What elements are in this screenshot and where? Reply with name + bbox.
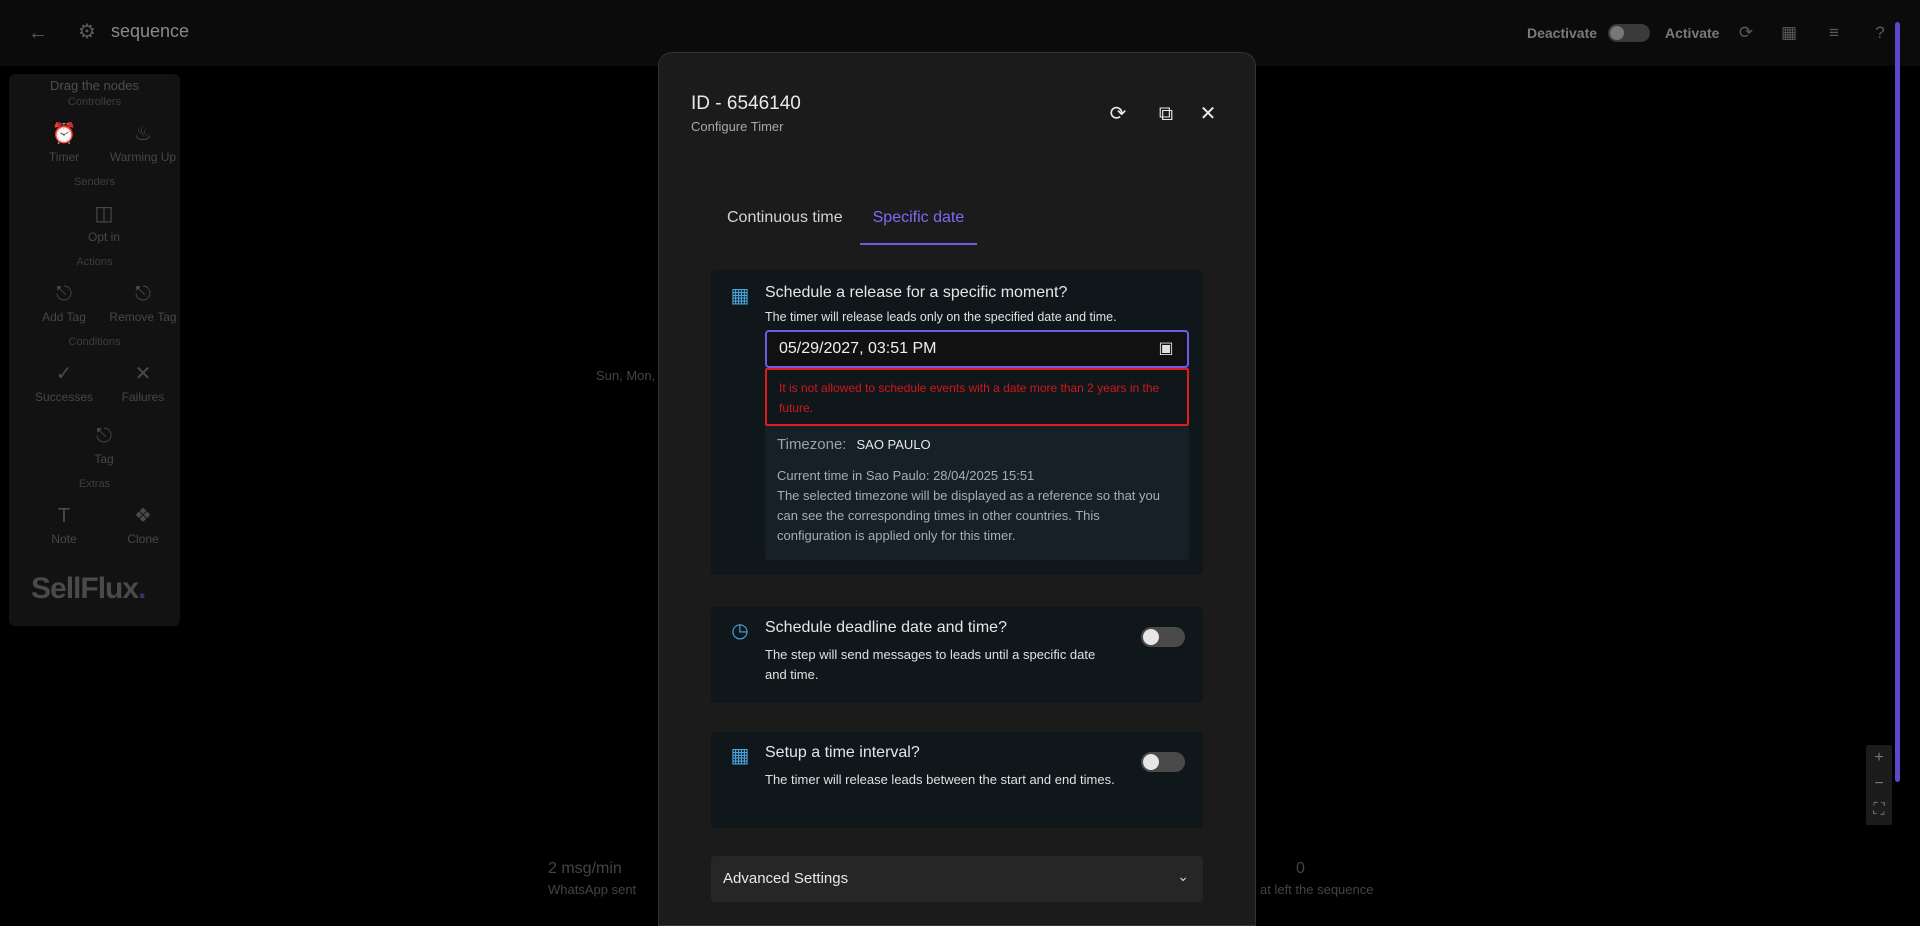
stat-left-value: 0	[1296, 860, 1305, 877]
node-remove-tag-label: Remove Tag	[109, 310, 177, 324]
canvas-days-text: Sun, Mon,	[596, 368, 656, 383]
interval-card: ▦ Setup a time interval? The timer will …	[711, 732, 1203, 828]
scrollbar[interactable]	[1895, 22, 1900, 782]
interval-description: The timer will release leads between the…	[765, 772, 1115, 787]
search-list-icon[interactable]: ≡	[1824, 23, 1844, 43]
fit-view-icon[interactable]: ⛶	[1866, 797, 1892, 823]
calendar-icon: ▦	[730, 285, 750, 307]
datetime-input[interactable]: 05/29/2027, 03:51 PM ▣	[765, 330, 1189, 368]
node-opt-in-label: Opt in	[87, 230, 120, 244]
node-id: ID - 6546140	[691, 93, 801, 114]
reset-icon[interactable]: ⟳	[1105, 101, 1131, 127]
gear-icon[interactable]: ⚙	[78, 22, 98, 42]
section-actions: Actions	[76, 256, 113, 268]
node-timer-label: Timer	[48, 150, 80, 164]
zoom-controls: + − ⛶	[1866, 745, 1892, 825]
sellflux-logo: SellFlux.	[31, 572, 146, 606]
deadline-toggle[interactable]	[1141, 627, 1185, 647]
node-clone-label: Clone	[127, 532, 159, 546]
note-icon: T	[57, 505, 71, 527]
date-error-message: It is not allowed to schedule events wit…	[765, 368, 1189, 426]
stat-left-label: at left the sequence	[1260, 882, 1374, 897]
section-senders: Senders	[74, 176, 115, 188]
node-timer[interactable]: ⏰ Timer	[24, 122, 104, 164]
section-conditions: Conditions	[68, 336, 121, 348]
interval-toggle[interactable]	[1141, 752, 1185, 772]
current-time-text: Current time in Sao Paulo: 28/04/2025 15…	[777, 468, 1035, 483]
remove-tag-icon: ⎋	[135, 283, 151, 305]
stat-whatsapp-value: 2 msg/min	[548, 860, 622, 877]
advanced-settings-label: Advanced Settings	[723, 870, 849, 887]
help-icon[interactable]: ?	[1870, 23, 1890, 43]
zoom-in-icon[interactable]: +	[1866, 745, 1892, 771]
node-note[interactable]: T Note	[24, 504, 104, 546]
specific-moment-description: The timer will release leads only on the…	[765, 310, 1117, 324]
zoom-out-icon[interactable]: −	[1866, 771, 1892, 797]
alarm-clock-icon: ⏰	[51, 123, 77, 145]
node-remove-tag[interactable]: ⎋ Remove Tag	[103, 282, 183, 324]
node-successes[interactable]: ✓ Successes	[24, 362, 104, 404]
tab-specific-date[interactable]: Specific date	[859, 203, 978, 245]
logo-text: SellFlux	[31, 572, 139, 605]
timezone-panel: Timezone: SAO PAULO Current time in Sao P…	[765, 426, 1189, 560]
node-failures-label: Failures	[121, 390, 165, 404]
chevron-down-icon: ⌄	[1177, 868, 1189, 884]
specific-moment-title: Schedule a release for a specific moment…	[765, 284, 1068, 301]
logo-dot: .	[138, 572, 146, 605]
activation-toggle[interactable]	[1608, 24, 1650, 42]
add-tag-icon: ⎋	[56, 283, 72, 305]
node-note-label: Note	[51, 532, 77, 546]
copy-icon[interactable]: ⧉	[1153, 101, 1179, 127]
opt-in-icon: ◫	[94, 203, 114, 225]
back-arrow-icon[interactable]: ←	[28, 23, 50, 43]
advanced-settings-accordion[interactable]: Advanced Settings ⌄	[711, 856, 1203, 902]
close-icon[interactable]: ✕	[1195, 101, 1221, 127]
calendar-picker-icon[interactable]: ▣	[1157, 340, 1175, 358]
clock-icon: ◷	[731, 620, 749, 642]
node-palette: Drag the nodes Controllers ⏰ Timer ♨ War…	[9, 74, 180, 626]
node-failures[interactable]: ✕ Failures	[103, 362, 183, 404]
palette-header: Drag the nodes	[50, 78, 139, 93]
deactivate-label: Deactivate	[1527, 25, 1598, 41]
deadline-card: ◷ Schedule deadline date and time? The s…	[711, 607, 1203, 703]
stat-left-sequence: 0 at left the sequence	[1260, 860, 1373, 897]
node-add-tag[interactable]: ⎋ Add Tag	[24, 282, 104, 324]
specific-moment-card: ▦ Schedule a release for a specific mome…	[711, 270, 1203, 575]
sequence-title: sequence	[111, 21, 190, 41]
check-circle-icon: ✓	[55, 363, 73, 385]
configure-timer-modal: ID - 6546140 Configure Timer ⟳ ⧉ ✕ Conti…	[658, 52, 1256, 926]
map-icon[interactable]: ▦	[1779, 23, 1799, 43]
flame-icon: ♨	[134, 123, 152, 145]
refresh-icon[interactable]: ⟳	[1736, 23, 1756, 43]
node-clone[interactable]: ❖ Clone	[103, 504, 183, 546]
node-warming-up-label: Warming Up	[109, 150, 177, 164]
deadline-description: The step will send messages to leads unt…	[765, 647, 1096, 682]
timer-tabs: Continuous time Specific date	[719, 203, 978, 245]
node-add-tag-label: Add Tag	[42, 310, 86, 324]
interval-title: Setup a time interval?	[765, 744, 920, 761]
timezone-note: The selected timezone will be displayed …	[777, 488, 1160, 543]
datetime-value: 05/29/2027, 03:51 PM	[779, 340, 937, 357]
node-tag-label: Tag	[94, 452, 114, 466]
modal-subtitle: Configure Timer	[691, 119, 784, 134]
timezone-label: Timezone:	[777, 436, 847, 453]
tag-icon: ⎋	[96, 425, 112, 447]
section-extras: Extras	[78, 478, 111, 490]
timezone-value: SAO PAULO	[856, 437, 931, 452]
stat-whatsapp-label: WhatsApp sent	[548, 882, 637, 897]
node-warming-up[interactable]: ♨ Warming Up	[103, 122, 183, 164]
calendar-interval-icon: ▦	[730, 745, 750, 767]
node-successes-label: Successes	[34, 390, 94, 404]
x-circle-icon: ✕	[134, 363, 152, 385]
stat-whatsapp: 2 msg/min WhatsApp sent	[548, 860, 636, 897]
node-opt-in[interactable]: ◫ Opt in	[64, 202, 144, 244]
section-controllers: Controllers	[67, 96, 122, 108]
tab-continuous-time[interactable]: Continuous time	[719, 203, 860, 245]
clone-icon: ❖	[134, 505, 152, 527]
activate-label: Activate	[1665, 25, 1720, 41]
node-tag[interactable]: ⎋ Tag	[64, 424, 144, 466]
deadline-title: Schedule deadline date and time?	[765, 619, 1007, 636]
